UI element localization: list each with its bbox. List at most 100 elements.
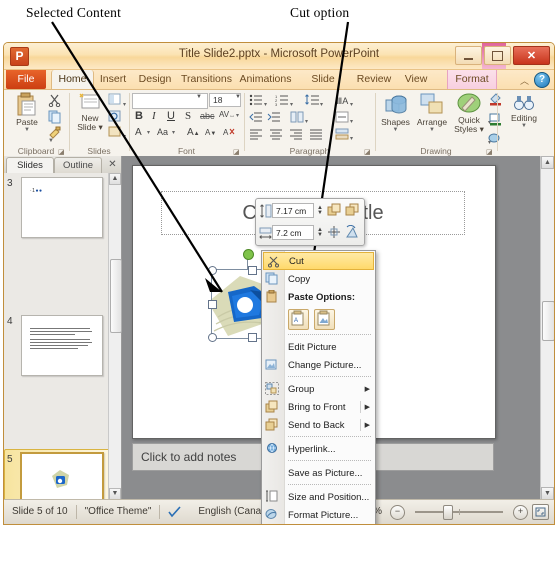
columns-dropdown-icon[interactable]: ▾ (305, 119, 308, 125)
tab-animations[interactable]: Animations (238, 70, 293, 89)
zoom-out-button[interactable]: − (390, 504, 405, 520)
spellcheck-status[interactable] (160, 504, 190, 520)
layout-button[interactable]: ▾ (108, 93, 126, 111)
convert-to-smartart-button[interactable]: ▾ (335, 127, 353, 145)
font-dialog-launcher[interactable]: ◪ (233, 148, 241, 156)
font-name-dropdown-icon[interactable]: ▼ (196, 94, 202, 100)
new-slide-button[interactable]: New Slide ▾ (73, 92, 107, 132)
quick-styles-button[interactable]: Quick Styles ▾ (451, 92, 487, 134)
menu-item-copy[interactable]: Copy (262, 270, 375, 288)
rotate-button[interactable]: ▾ (345, 224, 360, 259)
send-backward-button[interactable] (345, 203, 360, 218)
editing-button[interactable]: Editing ▼ (504, 94, 544, 129)
slide-area-scrollbar[interactable]: ▲ ▼ (540, 156, 554, 500)
tab-outline[interactable]: Outline (54, 157, 102, 174)
font-color-button[interactable]: A (135, 127, 142, 138)
numbering-dropdown-icon[interactable]: ▾ (290, 102, 293, 108)
shapes-button[interactable]: Shapes ▼ (378, 92, 413, 133)
underline-button[interactable]: U (167, 110, 175, 122)
increase-indent-button[interactable] (267, 110, 281, 128)
resize-handle-top-center[interactable] (248, 266, 257, 275)
tab-design[interactable]: Design (135, 70, 175, 89)
restore-button[interactable] (484, 46, 511, 65)
close-pane-icon[interactable]: ✕ (106, 158, 119, 171)
menu-item-change-picture[interactable]: Change Picture... (262, 356, 375, 374)
change-case-button[interactable]: Aa (157, 127, 168, 137)
character-spacing-button[interactable]: AV↔ (219, 110, 235, 119)
section-dropdown-icon[interactable]: ▾ (123, 134, 126, 140)
decrease-indent-button[interactable] (249, 110, 263, 128)
paste-dropdown-icon[interactable]: ▼ (8, 127, 46, 133)
bullets-dropdown-icon[interactable]: ▾ (264, 102, 267, 108)
thumbnail-item-selected[interactable]: 5 (4, 449, 109, 500)
slides-pane-scrollbar[interactable]: ▲ ▼ (108, 173, 122, 500)
rotate-handle[interactable] (243, 249, 254, 260)
line-spacing-button[interactable]: ▾ (305, 93, 323, 111)
shape-height-field[interactable]: 7.17 cm (272, 203, 314, 218)
shape-width-spinner[interactable]: ▲ ▼ (316, 225, 324, 240)
tab-slide-show[interactable]: Slide Show (297, 70, 349, 104)
fit-slide-button[interactable] (532, 504, 549, 520)
arrange-dropdown-icon[interactable]: ▼ (414, 127, 450, 133)
thumbnail-item[interactable]: 3 ·1●● (4, 173, 109, 242)
font-color-dropdown-icon[interactable]: ▾ (147, 129, 150, 136)
scrollbar-thumb[interactable] (542, 301, 554, 341)
clear-formatting-button[interactable]: A (222, 126, 236, 144)
menu-item-hyperlink[interactable]: Hyperlink... (262, 440, 375, 458)
menu-item-edit-picture[interactable]: Edit Picture (262, 338, 375, 356)
tab-home[interactable]: Home (51, 70, 94, 89)
shape-width-field[interactable]: 7.2 cm (272, 225, 314, 240)
decrease-font-size-button[interactable]: A▼ (205, 128, 216, 137)
menu-item-cut[interactable]: Cut (263, 252, 374, 270)
bold-button[interactable]: B (135, 110, 143, 122)
tab-transitions[interactable]: Transitions (179, 70, 234, 89)
arrange-button[interactable]: Arrange ▼ (414, 92, 450, 133)
layout-dropdown-icon[interactable]: ▾ (123, 102, 126, 108)
editing-dropdown-icon[interactable]: ▼ (504, 123, 544, 129)
menu-item-save-as-picture[interactable]: Save as Picture... (262, 464, 375, 482)
resize-handle-middle-left[interactable] (208, 300, 217, 309)
zoom-slider[interactable] (409, 504, 509, 520)
tab-review[interactable]: Review (353, 70, 395, 89)
tab-format[interactable]: Format (447, 70, 497, 89)
menu-item-format-picture[interactable]: Format Picture... (262, 506, 375, 524)
tab-insert[interactable]: Insert (94, 70, 132, 89)
scroll-up-icon[interactable]: ▲ (541, 156, 554, 169)
close-button[interactable]: ✕ (513, 46, 550, 65)
scroll-up-icon[interactable]: ▲ (109, 173, 121, 185)
change-case-dropdown-icon[interactable]: ▾ (172, 129, 175, 136)
increase-font-size-button[interactable]: A▲ (187, 127, 200, 138)
font-size-dropdown-icon[interactable]: ▼ (235, 94, 241, 100)
minimize-button[interactable] (455, 46, 482, 65)
columns-button[interactable]: ▾ (290, 110, 308, 128)
bring-forward-button[interactable] (327, 203, 342, 218)
menu-item-send-to-back[interactable]: Send to Back ▶ (262, 416, 375, 434)
resize-handle-top-left[interactable] (208, 266, 217, 275)
section-button[interactable]: ▾ (108, 125, 126, 143)
minimize-ribbon-icon[interactable]: ︿ (520, 74, 529, 87)
align-objects-button[interactable] (327, 225, 342, 240)
menu-item-group[interactable]: Group ▶ (262, 380, 375, 398)
zoom-knob[interactable] (443, 504, 453, 520)
align-text-button[interactable]: ▾ (335, 110, 353, 128)
line-spacing-dropdown-icon[interactable]: ▾ (320, 102, 323, 108)
resize-handle-bottom-center[interactable] (248, 333, 257, 342)
shape-height-spinner[interactable]: ▲ ▼ (316, 203, 324, 218)
paste-option-keep-source-formatting[interactable]: A (288, 308, 309, 330)
tab-slides[interactable]: Slides (6, 157, 54, 174)
paragraph-dialog-launcher[interactable]: ◪ (364, 148, 372, 156)
drawing-dialog-launcher[interactable]: ◪ (486, 148, 494, 156)
paste-option-picture[interactable] (314, 308, 335, 330)
justify-button[interactable] (309, 127, 323, 145)
italic-button[interactable]: I (152, 110, 156, 122)
help-icon[interactable]: ? (534, 72, 550, 88)
format-painter-button[interactable] (48, 126, 62, 145)
align-left-button[interactable] (249, 127, 263, 145)
paste-button[interactable]: Paste ▼ (8, 92, 46, 133)
zoom-in-button[interactable]: + (513, 504, 528, 520)
text-direction-dropdown-icon[interactable]: ▾ (350, 102, 353, 108)
strikethrough-button[interactable]: abc (200, 111, 215, 121)
bullets-button[interactable]: ▾ (249, 93, 267, 111)
character-spacing-dropdown-icon[interactable]: ▾ (236, 112, 239, 119)
menu-item-size-and-position[interactable]: Size and Position... (262, 488, 375, 506)
